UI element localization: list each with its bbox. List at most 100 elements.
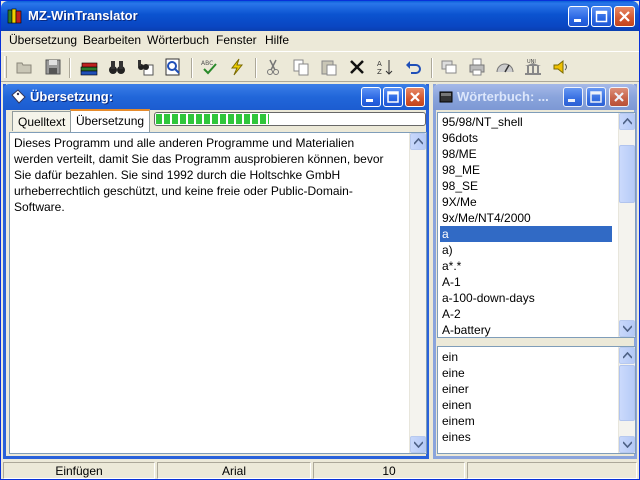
search-page-button[interactable]	[163, 57, 185, 79]
tab-quelltext[interactable]: Quelltext	[12, 111, 72, 131]
arrow-down-icon	[623, 441, 632, 448]
windows-icon	[441, 60, 457, 74]
translation-item[interactable]: einem	[440, 413, 612, 429]
dictionary-window-titlebar[interactable]: Wörterbuch: ...	[433, 84, 637, 110]
dictionary-entry[interactable]: A-1	[440, 274, 612, 290]
translation-item[interactable]: eines	[440, 429, 612, 445]
menu-hilfe[interactable]: Hilfe	[265, 33, 289, 47]
dictionary-entry[interactable]: a*.*	[440, 258, 612, 274]
app-title: MZ-WinTranslator	[28, 8, 138, 23]
translation-list[interactable]: ein eine einer einen einem eines	[437, 346, 636, 454]
paste-icon	[321, 60, 337, 76]
translation-close-button[interactable]	[405, 87, 425, 107]
translation-window-titlebar[interactable]: Übersetzung:	[3, 84, 429, 110]
speak-button[interactable]	[551, 57, 573, 79]
undo-icon	[406, 61, 421, 74]
toolbar-separator	[255, 58, 257, 78]
find-replace-button[interactable]	[135, 57, 157, 79]
dictionary-entry[interactable]: a)	[440, 242, 612, 258]
toolbar-separator	[69, 58, 71, 78]
menu-uebersetzung[interactable]: Übersetzung	[9, 33, 77, 47]
scroll-up-button[interactable]	[619, 113, 635, 130]
spellcheck-button[interactable]: ABC	[199, 57, 221, 79]
binoculars-icon	[109, 61, 125, 74]
translate-button[interactable]	[227, 57, 249, 79]
open-folder-icon	[16, 62, 32, 74]
dictionary-window-title: Wörterbuch: ...	[457, 89, 549, 104]
title-bar[interactable]: MZ-WinTranslator	[1, 1, 639, 31]
windows-button[interactable]	[439, 57, 461, 79]
maximize-icon	[595, 10, 608, 23]
status-bar: Einfügen Arial 10	[1, 460, 639, 480]
scroll-down-button[interactable]	[619, 436, 635, 453]
translation-item[interactable]: ein	[440, 349, 612, 365]
university-button[interactable]: UNI	[523, 57, 545, 79]
translation-minimize-button[interactable]	[361, 87, 381, 107]
status-size: 10	[313, 462, 465, 479]
dictionary-entry[interactable]: 9X/Me	[440, 194, 612, 210]
translation-list-scrollbar[interactable]	[618, 347, 635, 453]
toolbar: ABC AZ UNI	[1, 51, 639, 82]
close-icon	[619, 11, 630, 22]
maximize-button[interactable]	[591, 6, 612, 27]
print-button[interactable]	[467, 57, 489, 79]
dictionary-entry[interactable]: A-battery	[440, 322, 612, 337]
tab-uebersetzung[interactable]: Übersetzung	[70, 109, 151, 132]
scroll-up-button[interactable]	[619, 347, 635, 364]
dictionary-entry[interactable]: 98_SE	[440, 178, 612, 194]
undo-button[interactable]	[403, 57, 425, 79]
maximize-icon	[590, 91, 602, 103]
dictionary-minimize-button[interactable]	[563, 87, 583, 107]
close-icon	[614, 92, 624, 102]
dictionary-entry[interactable]: 96dots	[440, 130, 612, 146]
dictionary-button[interactable]	[79, 57, 101, 79]
entry-list-scrollbar[interactable]	[618, 113, 635, 337]
scroll-down-button[interactable]	[410, 436, 426, 453]
minimize-icon	[574, 19, 581, 22]
sort-button[interactable]: AZ	[375, 57, 397, 79]
find-button[interactable]	[107, 57, 129, 79]
translation-text-area[interactable]: Dieses Programm und alle anderen Program…	[9, 132, 427, 454]
scroll-thumb[interactable]	[619, 365, 635, 421]
minimize-icon	[366, 99, 373, 102]
dictionary-entry[interactable]: 98/ME	[440, 146, 612, 162]
cut-button[interactable]	[263, 57, 285, 79]
scroll-up-button[interactable]	[410, 133, 426, 150]
translation-item[interactable]: einer	[440, 381, 612, 397]
dictionary-entry-list[interactable]: 95/98/NT_shell 96dots 98/ME 98_ME 98_SE 9X/Me…	[437, 112, 636, 338]
find-replace-icon	[138, 60, 154, 76]
arrow-down-icon	[623, 325, 632, 332]
toolbar-grip[interactable]	[4, 56, 7, 78]
dictionary-entry[interactable]: 9x/Me/NT4/2000	[440, 210, 612, 226]
minimize-button[interactable]	[568, 6, 589, 27]
dictionary-maximize-button[interactable]	[586, 87, 606, 107]
close-button[interactable]	[614, 6, 635, 27]
dictionary-window: Wörterbuch: ... 95/98/NT_shell 96dots 98/M…	[433, 84, 637, 459]
dictionary-entry[interactable]: a-100-down-days	[440, 290, 612, 306]
dictionary-entry[interactable]: 98_ME	[440, 162, 612, 178]
dictionary-entry[interactable]: 95/98/NT_shell	[440, 114, 612, 130]
translation-scrollbar[interactable]	[409, 133, 426, 453]
menu-bearbeiten[interactable]: Bearbeiten	[83, 33, 141, 47]
save-disk-icon	[45, 59, 61, 75]
translation-item[interactable]: eine	[440, 365, 612, 381]
menu-fenster[interactable]: Fenster	[216, 33, 257, 47]
dictionary-entry[interactable]: a	[440, 226, 612, 242]
scroll-thumb[interactable]	[619, 145, 635, 203]
scroll-down-button[interactable]	[619, 320, 635, 337]
save-button[interactable]	[43, 57, 65, 79]
delete-button[interactable]	[347, 57, 369, 79]
menu-woerterbuch[interactable]: Wörterbuch	[147, 33, 209, 47]
paste-button[interactable]	[319, 57, 341, 79]
copy-button[interactable]	[291, 57, 313, 79]
translation-maximize-button[interactable]	[383, 87, 403, 107]
tag-icon	[11, 89, 26, 104]
uni-building-icon: UNI	[525, 59, 541, 75]
dictionary-close-button[interactable]	[609, 87, 629, 107]
speed-button[interactable]	[495, 57, 517, 79]
spellcheck-icon: ABC	[201, 60, 217, 75]
status-font: Arial	[157, 462, 311, 479]
dictionary-entry[interactable]: A-2	[440, 306, 612, 322]
translation-item[interactable]: einen	[440, 397, 612, 413]
open-button[interactable]	[15, 57, 37, 79]
